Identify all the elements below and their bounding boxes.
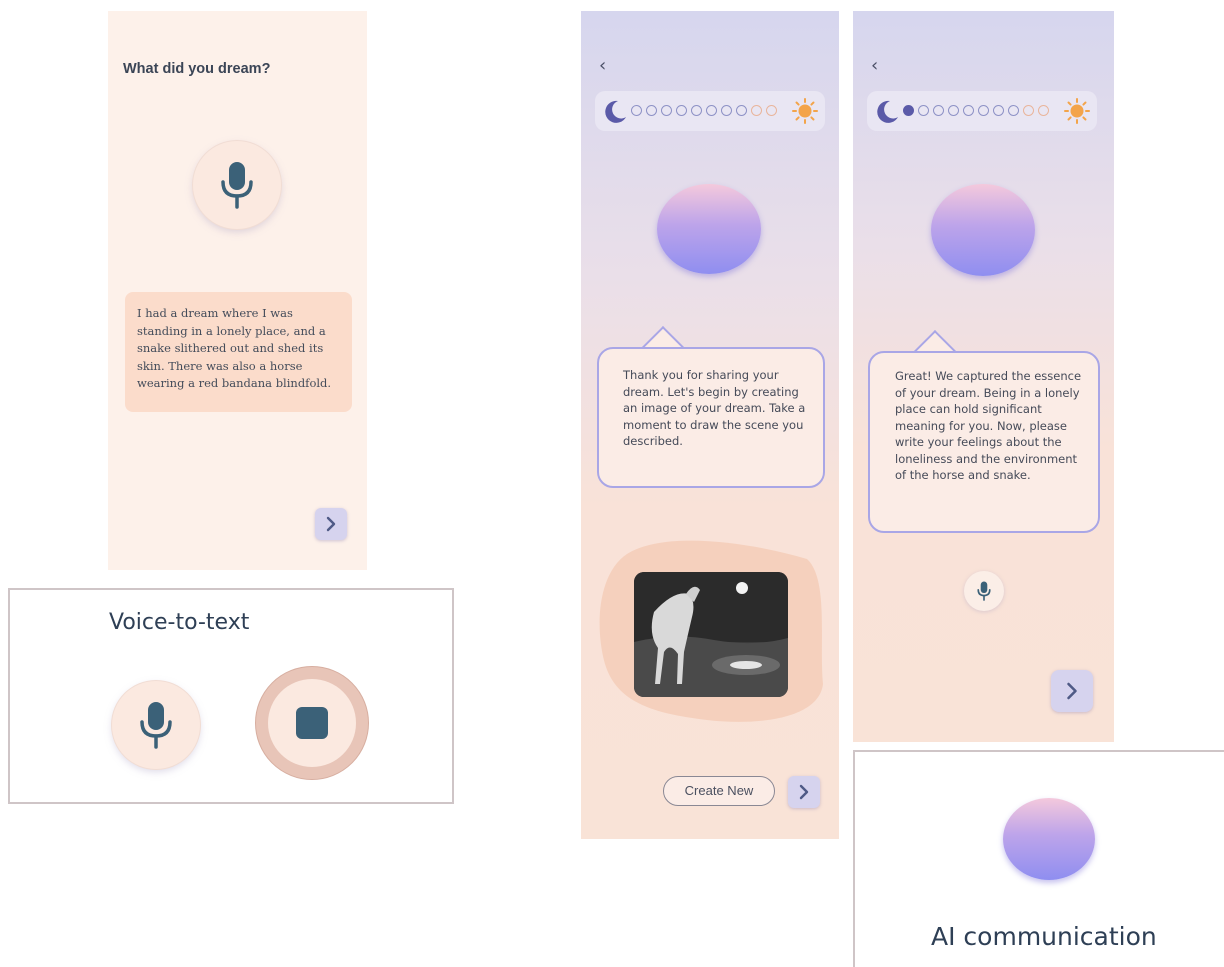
- progress-dot-filled: [903, 105, 914, 116]
- record-button[interactable]: [112, 681, 200, 769]
- record-button[interactable]: [193, 141, 281, 229]
- create-new-button[interactable]: Create New: [663, 776, 775, 806]
- progress-dots: [903, 105, 1049, 116]
- chevron-right-icon: [1067, 682, 1077, 700]
- progress-dot: [766, 105, 777, 116]
- reflection-screen: ‹ Great! We captured the essence of your…: [853, 11, 1114, 742]
- progress-dot: [706, 105, 717, 116]
- dream-image[interactable]: [634, 572, 788, 697]
- horse-moon-illustration: [634, 572, 788, 697]
- ai-orb: [931, 184, 1035, 276]
- progress-dot: [646, 105, 657, 116]
- microphone-icon: [977, 581, 991, 601]
- back-button[interactable]: ‹: [871, 55, 878, 76]
- back-button[interactable]: ‹: [599, 55, 606, 76]
- panel-title: Voice-to-text: [109, 610, 250, 635]
- ai-orb: [657, 184, 761, 274]
- ai-communication-panel: AI communication: [853, 750, 1224, 967]
- progress-dot: [933, 105, 944, 116]
- draw-dream-screen: ‹ Thank you for sharing your dream. Let'…: [581, 11, 839, 839]
- progress-dot: [963, 105, 974, 116]
- stop-recording-button[interactable]: [255, 666, 369, 780]
- progress-dot: [676, 105, 687, 116]
- progress-dot: [978, 105, 989, 116]
- moon-icon: [605, 100, 626, 123]
- stop-button-inner: [268, 679, 356, 767]
- progress-track: [595, 91, 825, 131]
- stop-icon: [296, 707, 328, 739]
- voice-to-text-panel: Voice-to-text: [8, 588, 454, 804]
- ai-orb: [1003, 798, 1095, 880]
- sun-icon: [792, 98, 818, 124]
- progress-dot: [948, 105, 959, 116]
- dream-input-screen: What did you dream? I had a dream where …: [108, 11, 367, 570]
- ai-message: Thank you for sharing your dream. Let's …: [597, 347, 825, 488]
- chevron-right-icon: [326, 516, 336, 532]
- microphone-icon: [140, 702, 172, 749]
- progress-dots: [631, 105, 777, 116]
- chevron-right-icon: [799, 784, 809, 800]
- progress-dot: [993, 105, 1004, 116]
- microphone-icon: [221, 162, 253, 209]
- progress-dot: [1023, 105, 1034, 116]
- page-title: What did you dream?: [123, 61, 271, 77]
- record-button[interactable]: [964, 571, 1004, 611]
- moon-icon: [877, 100, 898, 123]
- progress-dot: [691, 105, 702, 116]
- progress-dot: [1008, 105, 1019, 116]
- next-button[interactable]: [315, 508, 347, 540]
- panel-title: AI communication: [931, 922, 1157, 951]
- progress-dot: [1038, 105, 1049, 116]
- progress-dot: [918, 105, 929, 116]
- next-button[interactable]: [1051, 670, 1093, 712]
- progress-dot: [751, 105, 762, 116]
- sun-icon: [1064, 98, 1090, 124]
- next-button[interactable]: [788, 776, 820, 808]
- progress-dot: [631, 105, 642, 116]
- progress-dot: [661, 105, 672, 116]
- dream-transcript: I had a dream where I was standing in a …: [125, 292, 352, 412]
- progress-track: [867, 91, 1097, 131]
- progress-dot: [721, 105, 732, 116]
- progress-dot: [736, 105, 747, 116]
- ai-message: Great! We captured the essence of your d…: [868, 351, 1100, 533]
